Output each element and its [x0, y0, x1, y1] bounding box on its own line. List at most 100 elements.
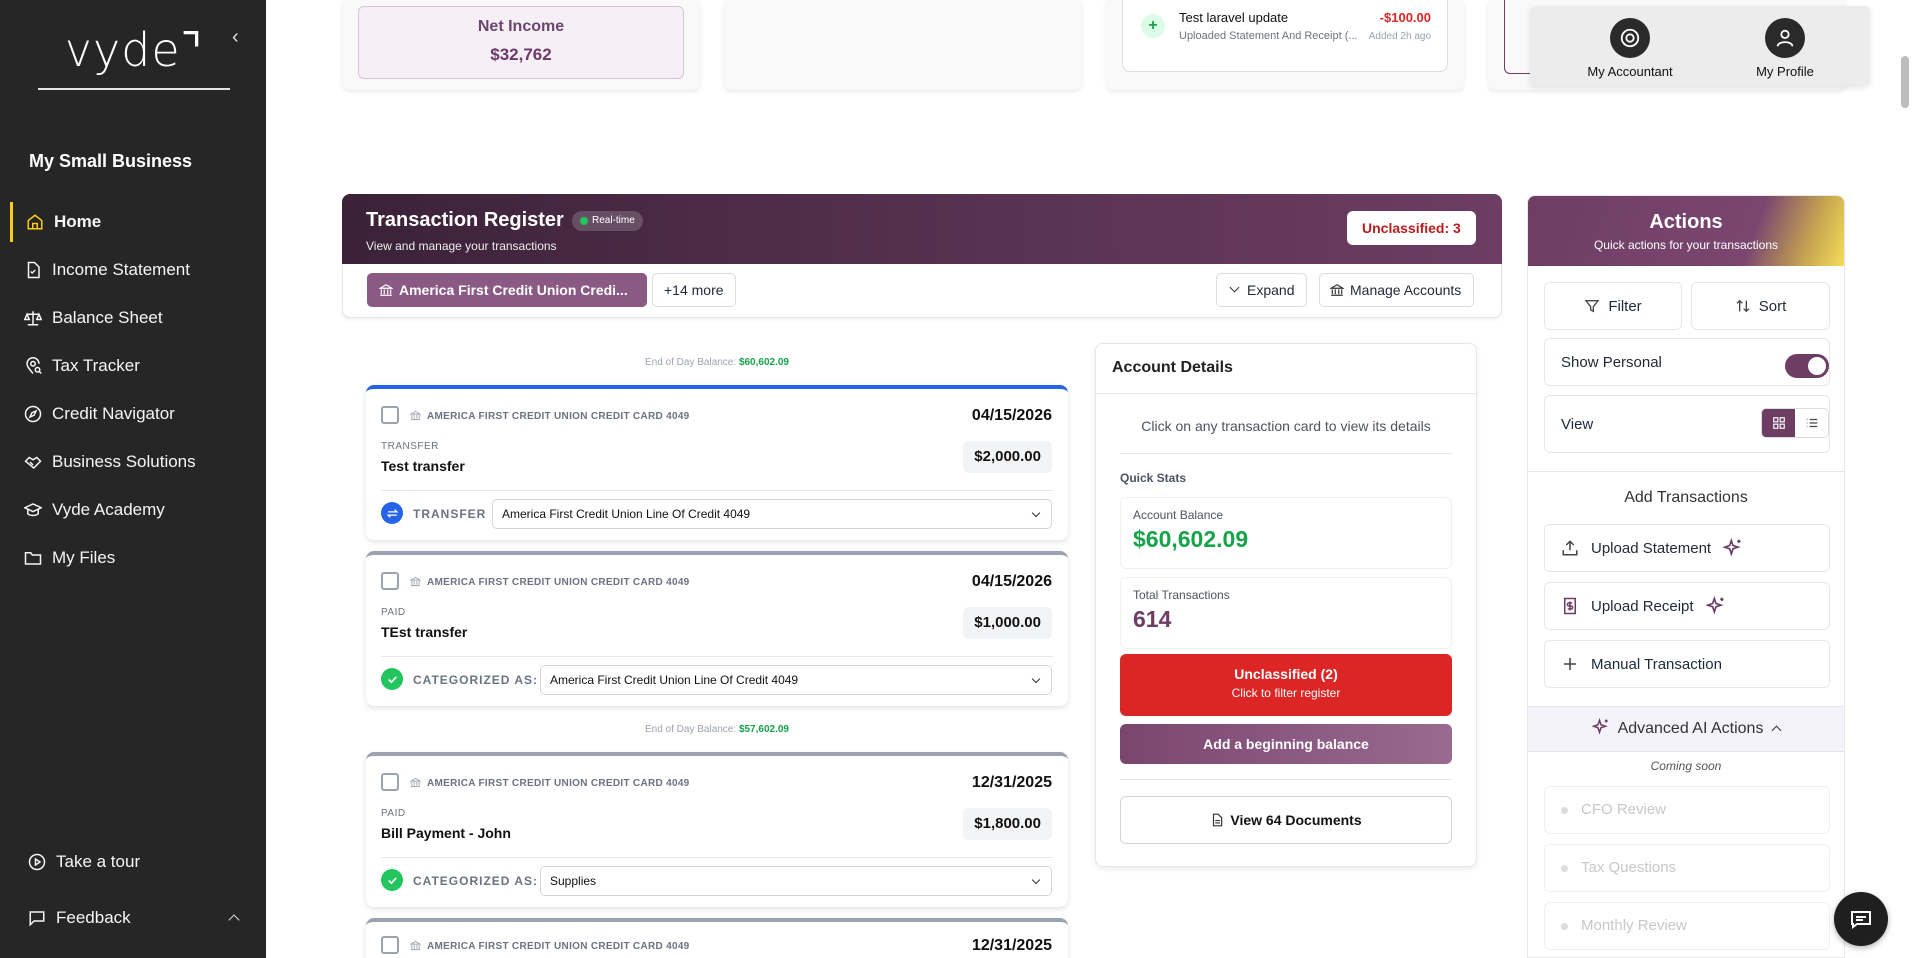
net-income-tile[interactable]: Net Income $32,762 [358, 6, 684, 79]
sidebar-item-label: Vyde Academy [52, 500, 165, 519]
account-tabs-bar: America First Credit Union Credi... +14 … [342, 264, 1502, 318]
chat-button[interactable] [1834, 892, 1888, 946]
activity-subtitle: Uploaded Statement And Receipt (... [1179, 30, 1358, 42]
unclassified-filter-button[interactable]: Unclassified (2) Click to filter registe… [1120, 654, 1452, 716]
filter-label: Filter [1608, 297, 1642, 315]
scale-icon [24, 311, 42, 326]
unclassified-badge[interactable]: Unclassified: 3 [1347, 211, 1476, 245]
bank-icon [410, 410, 421, 421]
transaction-date: 04/15/2026 [971, 573, 1052, 590]
my-accountant-label: My Accountant [1587, 64, 1673, 79]
net-income-label: Net Income [477, 18, 565, 35]
transaction-date: 12/31/2025 [971, 937, 1052, 954]
check-circle-icon [381, 869, 403, 891]
transaction-card[interactable]: AMERICA FIRST CREDIT UNION CREDIT CARD 4… [366, 385, 1068, 540]
divider [1120, 453, 1452, 454]
sort-button[interactable]: Sort [1691, 282, 1830, 330]
message-icon [29, 911, 45, 927]
scrollbar-thumb[interactable] [1901, 56, 1909, 108]
add-beginning-balance-button[interactable]: Add a beginning balance [1120, 724, 1452, 764]
realtime-badge: Real-time [572, 211, 643, 231]
transaction-checkbox[interactable] [381, 773, 399, 791]
expand-label: Expand [1247, 282, 1295, 298]
view-documents-button[interactable]: View 64 Documents [1120, 796, 1452, 844]
category-select[interactable]: Supplies [540, 866, 1052, 896]
sidebar-item-credit-navigator[interactable]: Credit Navigator [10, 394, 260, 434]
sidebar-item-income-statement[interactable]: Income Statement [10, 250, 260, 290]
transaction-card[interactable]: AMERICA FIRST CREDIT UNION CREDIT CARD 4… [366, 551, 1068, 706]
ai-item-cfo-review: CFO Review [1544, 786, 1830, 834]
transaction-checkbox[interactable] [381, 572, 399, 590]
folder-icon [24, 552, 42, 565]
sidebar-item-balance-sheet[interactable]: Balance Sheet [10, 298, 260, 338]
collapse-sidebar-icon[interactable]: ‹ [232, 26, 239, 49]
transaction-account: AMERICA FIRST CREDIT UNION CREDIT CARD 4… [427, 577, 690, 588]
sidebar-item-home[interactable]: Home [10, 202, 260, 242]
actions-panel: Actions Quick actions for your transacti… [1527, 195, 1845, 958]
bank-icon [410, 576, 421, 587]
recent-activity-item[interactable]: + Test laravel update Uploaded Statement… [1122, 0, 1448, 72]
filter-icon [1584, 300, 1600, 313]
my-profile-button[interactable]: My Profile [1725, 18, 1845, 79]
plus-icon: + [1141, 14, 1165, 38]
more-accounts-tab[interactable]: +14 more [652, 273, 736, 307]
view-toggle [1761, 408, 1829, 438]
sidebar-item-my-files[interactable]: My Files [10, 538, 260, 578]
upload-receipt-button[interactable]: Upload Receipt [1544, 582, 1830, 630]
chevron-up-icon[interactable] [228, 914, 240, 926]
view-label: View [1561, 415, 1594, 433]
expand-button[interactable]: Expand [1216, 273, 1308, 307]
sidebar-item-label: Income Statement [52, 260, 190, 279]
filter-button[interactable]: Filter [1544, 282, 1682, 330]
transaction-card[interactable]: AMERICA FIRST CREDIT UNION CREDIT CARD 4… [366, 752, 1068, 907]
ai-item-monthly-review: Monthly Review [1544, 902, 1830, 950]
feedback-button[interactable]: Feedback [28, 908, 240, 928]
transaction-account: AMERICA FIRST CREDIT UNION CREDIT CARD 4… [427, 778, 690, 789]
category-select[interactable]: America First Credit Union Line Of Credi… [492, 499, 1052, 529]
home-icon [27, 214, 43, 230]
register-title: Transaction Register [366, 209, 564, 231]
take-a-tour-button[interactable]: Take a tour [28, 852, 140, 872]
manage-accounts-button[interactable]: Manage Accounts [1319, 273, 1475, 307]
my-accountant-button[interactable]: My Accountant [1570, 18, 1690, 79]
bank-icon [1330, 284, 1344, 296]
manual-transaction-button[interactable]: Manual Transaction [1544, 640, 1830, 688]
transaction-type: TRANSFER [381, 441, 439, 452]
sidebar-item-tax-tracker[interactable]: Tax Tracker [10, 346, 260, 386]
list-view-icon[interactable] [1795, 409, 1828, 437]
business-name: My Small Business [29, 151, 193, 171]
show-personal-toggle[interactable] [1785, 354, 1829, 378]
grid-view-icon[interactable] [1762, 409, 1795, 437]
net-income-value: $32,762 [490, 45, 552, 64]
unclassified-title: Unclassified (2) [1234, 666, 1338, 682]
sidebar-item-business-solutions[interactable]: Business Solutions [10, 442, 260, 482]
transaction-description: TEst transfer [381, 624, 468, 640]
category-select[interactable]: America First Credit Union Line Of Credi… [540, 665, 1052, 695]
quick-stats-label: Quick Stats [1120, 471, 1187, 485]
upload-statement-button[interactable]: Upload Statement [1544, 524, 1830, 572]
transaction-amount: $1,800.00 [963, 808, 1052, 840]
eod-label: End of Day Balance: [644, 724, 737, 735]
account-tab-active[interactable]: America First Credit Union Credi... [367, 273, 647, 307]
sparkle-icon [1723, 538, 1741, 557]
transaction-checkbox[interactable] [381, 936, 399, 954]
upload-statement-label: Upload Statement [1591, 539, 1712, 557]
actions-header: Actions Quick actions for your transacti… [1528, 196, 1844, 266]
sidebar-item-vyde-academy[interactable]: Vyde Academy [10, 490, 260, 530]
transaction-card[interactable]: AMERICA FIRST CREDIT UNION CREDIT CARD 4… [366, 918, 1068, 958]
transaction-date: 04/15/2026 [971, 407, 1052, 424]
eod-value: $60,602.09 [738, 357, 789, 368]
logo-text: vyde⌝ [64, 23, 204, 77]
check-circle-icon [381, 668, 403, 690]
account-details-panel: Account Details Click on any transaction… [1095, 343, 1477, 867]
transaction-type: PAID [381, 808, 406, 819]
vyde-logo[interactable]: vyde⌝ [38, 20, 230, 90]
transactions-label: Total Transactions [1133, 588, 1230, 602]
transaction-date: 12/31/2025 [971, 774, 1052, 791]
transaction-checkbox[interactable] [381, 406, 399, 424]
details-hint: Click on any transaction card to view it… [1141, 418, 1431, 434]
advanced-ai-label: Advanced AI Actions [1617, 720, 1764, 737]
actions-title: Actions [1649, 211, 1723, 233]
divider [381, 490, 1053, 491]
advanced-ai-actions-toggle[interactable]: Advanced AI Actions [1528, 706, 1844, 752]
